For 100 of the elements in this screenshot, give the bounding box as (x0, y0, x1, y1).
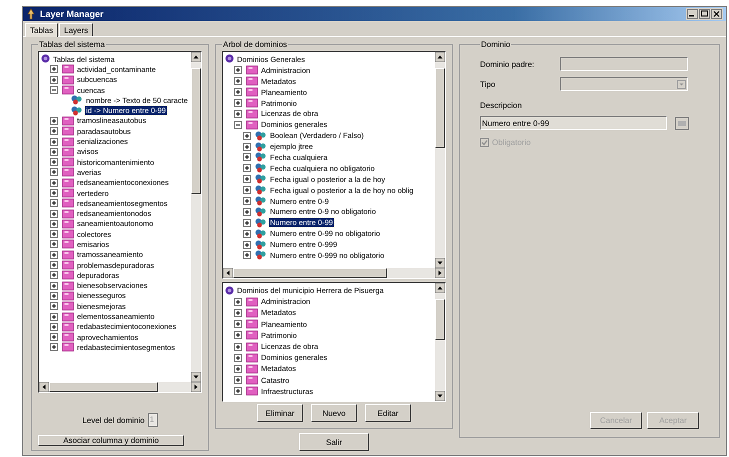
expand-toggle[interactable] (234, 364, 242, 373)
expand-toggle[interactable] (50, 343, 58, 352)
domain-icon (255, 130, 267, 141)
field-label: Tipo (480, 80, 496, 88)
expand-toggle[interactable] (50, 282, 58, 290)
table-icon (62, 239, 74, 250)
expand-toggle[interactable] (234, 376, 242, 384)
action-button[interactable]: Nuevo (311, 404, 357, 422)
expand-toggle[interactable] (50, 250, 58, 259)
expand-toggle[interactable] (50, 302, 58, 310)
scroll-left-icon[interactable] (39, 382, 49, 392)
expand-toggle[interactable] (243, 164, 251, 172)
expand-toggle[interactable] (234, 308, 242, 317)
expand-toggle[interactable] (50, 261, 58, 270)
expand-toggle[interactable] (50, 116, 58, 125)
scroll-down-icon[interactable] (191, 372, 201, 382)
expand-toggle[interactable] (243, 153, 251, 162)
expand-toggle[interactable] (234, 88, 242, 96)
expand-toggle[interactable] (50, 210, 58, 218)
expand-toggle[interactable] (243, 230, 251, 238)
expand-toggle[interactable] (234, 387, 242, 396)
description-field[interactable]: Numero entre 0-99 (480, 116, 667, 130)
expand-toggle[interactable] (50, 138, 58, 146)
scroll-thumb[interactable] (191, 68, 201, 194)
action-button[interactable]: Editar (365, 404, 411, 422)
field-label: Dominio padre: (480, 60, 536, 68)
root-icon (225, 286, 234, 296)
expand-toggle[interactable] (50, 199, 58, 208)
scroll-right-icon[interactable] (191, 382, 201, 392)
expand-toggle[interactable] (243, 132, 251, 140)
scroll-down-icon[interactable] (435, 391, 445, 401)
expand-toggle[interactable] (50, 271, 58, 280)
expand-toggle[interactable] (243, 197, 251, 206)
expand-toggle[interactable] (243, 218, 251, 227)
expand-toggle[interactable] (50, 240, 58, 248)
expand-toggle[interactable] (234, 320, 242, 328)
horizontal-scrollbar[interactable] (39, 382, 201, 392)
expand-toggle[interactable] (50, 292, 58, 300)
expand-toggle[interactable] (50, 333, 58, 342)
scroll-up-icon[interactable] (435, 52, 445, 62)
scroll-down-icon[interactable] (435, 258, 445, 268)
expand-toggle[interactable] (50, 312, 58, 321)
table-icon (246, 342, 258, 352)
table-icon (62, 342, 74, 352)
expand-toggle[interactable] (50, 189, 58, 197)
expand-toggle[interactable] (234, 99, 242, 107)
type-dropdown[interactable] (560, 77, 688, 91)
exit-button[interactable]: Salir (299, 433, 369, 451)
tab[interactable]: Tablas (25, 23, 58, 37)
table-icon (62, 301, 74, 312)
scroll-up-icon[interactable] (435, 283, 445, 293)
table-icon (246, 375, 258, 386)
domain-icon (255, 250, 267, 260)
expand-toggle[interactable] (50, 168, 58, 176)
expand-toggle[interactable] (243, 240, 251, 249)
expand-toggle[interactable] (243, 175, 251, 184)
vertical-scrollbar[interactable] (435, 283, 445, 401)
close-icon[interactable] (711, 9, 722, 19)
parent-domain-field[interactable] (560, 57, 688, 71)
scroll-up-icon[interactable] (191, 52, 201, 62)
expand-toggle[interactable] (50, 230, 58, 238)
expand-toggle[interactable] (50, 178, 58, 187)
horizontal-scrollbar[interactable] (223, 268, 445, 278)
table-icon (246, 296, 258, 307)
expand-toggle[interactable] (50, 65, 58, 74)
scroll-thumb[interactable] (435, 68, 445, 148)
expand-toggle[interactable] (234, 66, 242, 74)
expand-toggle[interactable] (50, 158, 58, 166)
maximize-icon[interactable] (699, 9, 710, 19)
collapse-toggle[interactable] (234, 120, 242, 129)
expand-toggle[interactable] (234, 342, 242, 351)
expand-toggle[interactable] (234, 298, 242, 306)
group-title: Tablas del sistema (38, 40, 106, 49)
expand-toggle[interactable] (243, 251, 251, 260)
collapse-toggle[interactable] (50, 86, 58, 94)
table-icon (62, 270, 74, 280)
vertical-scrollbar[interactable] (435, 52, 445, 268)
expand-toggle[interactable] (50, 220, 58, 228)
tab[interactable]: Layers (59, 23, 94, 36)
scroll-right-icon[interactable] (435, 268, 445, 278)
expand-toggle[interactable] (50, 127, 58, 136)
expand-toggle[interactable] (243, 186, 251, 194)
expand-toggle[interactable] (50, 148, 58, 156)
vertical-scrollbar[interactable] (191, 52, 201, 382)
associate-button[interactable]: Asociar columna y dominio (38, 435, 184, 446)
expand-toggle[interactable] (50, 76, 58, 84)
expand-toggle[interactable] (234, 110, 242, 118)
browse-icon[interactable] (675, 116, 689, 130)
expand-toggle[interactable] (50, 322, 58, 331)
scroll-thumb[interactable] (435, 299, 445, 340)
minimize-icon[interactable] (687, 9, 698, 19)
expand-toggle[interactable] (234, 77, 242, 86)
expand-toggle[interactable] (234, 331, 242, 340)
expand-toggle[interactable] (234, 354, 242, 362)
table-icon (246, 319, 258, 330)
table-icon (246, 364, 258, 374)
expand-toggle[interactable] (243, 208, 251, 216)
action-button[interactable]: Eliminar (257, 404, 303, 422)
scroll-left-icon[interactable] (223, 268, 233, 278)
expand-toggle[interactable] (243, 142, 251, 151)
